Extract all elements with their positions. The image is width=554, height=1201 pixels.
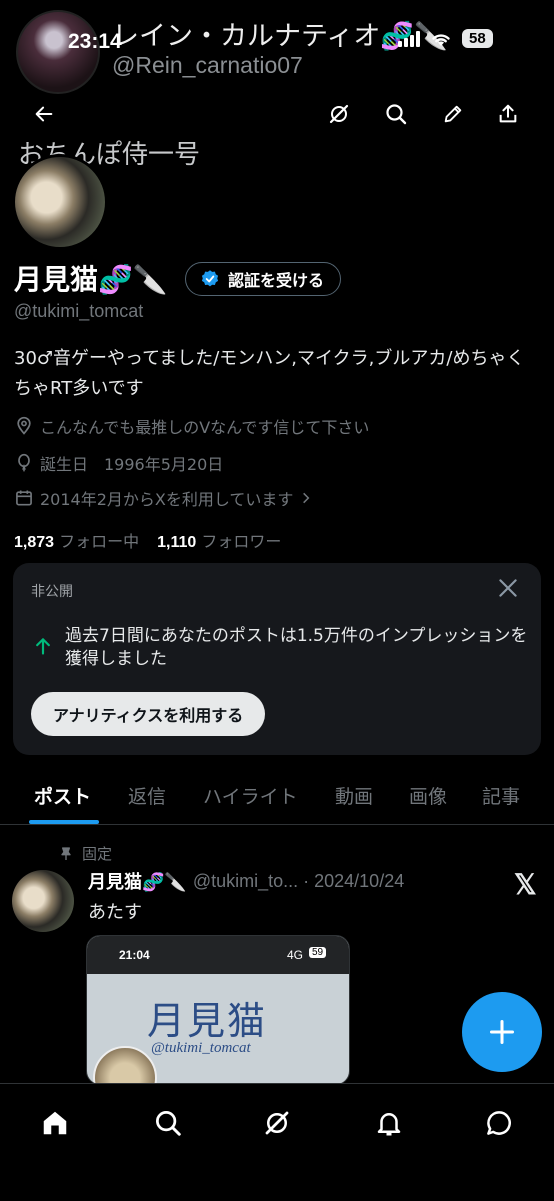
nav-messages[interactable] [474, 1098, 524, 1148]
analytics-card: 非公開 過去7日間にあなたのポストは1.5万件のインプレッションを獲得しました … [13, 563, 541, 755]
card-message: 過去7日間にあなたのポストは1.5万件のインプレッションを獲得しました [65, 626, 528, 669]
grok-icon [265, 1111, 289, 1135]
post-header: 月見猫🧬🔪 @tukimi_to... · 2024/10/24 [88, 868, 404, 894]
profile-tabs: ポスト 返信 ハイライト 動画 画像 記事 [0, 768, 554, 825]
following-label: フォロー中 [59, 532, 140, 551]
followers-label: フォロワー [201, 532, 282, 551]
grok-icon [329, 104, 349, 124]
location-row: こんなんでも最推しのVなんです信じて下さい [14, 414, 369, 438]
card-close-button[interactable] [495, 575, 521, 605]
edit-button[interactable] [432, 93, 474, 135]
get-verified-button[interactable]: 認証を受ける [185, 262, 342, 296]
pinned-label: 固定 [82, 845, 113, 863]
location-text: こんなんでも最推しのVなんです信じて下さい [40, 418, 370, 437]
display-name: 月見猫🧬🔪 [14, 263, 168, 296]
joined-row[interactable]: 2014年2月からXを利用しています [14, 486, 313, 510]
media-title: 月見猫 [147, 999, 268, 1043]
nav-grok[interactable] [252, 1098, 302, 1148]
nav-search[interactable] [143, 1098, 193, 1148]
signal-icon [398, 30, 420, 47]
compose-fab[interactable] [462, 992, 542, 1072]
media-network: 4G [287, 948, 304, 962]
active-tab-indicator [29, 820, 99, 824]
birthday-text: 誕生日 1996年5月20日 [40, 455, 224, 474]
header-handle: @Rein_carnatio07 [112, 52, 303, 78]
birthday-row: 誕生日 1996年5月20日 [14, 451, 223, 475]
nav-home[interactable] [30, 1098, 80, 1148]
back-arrow-icon [35, 106, 53, 122]
card-title: 非公開 [31, 584, 73, 600]
wifi-icon [432, 33, 450, 46]
get-verified-label: 認証を受ける [228, 271, 325, 290]
home-icon [43, 1111, 67, 1135]
media-time: 21:04 [119, 948, 150, 962]
media-subtitle: @tukimi_tomcat [151, 1040, 251, 1056]
bottom-nav [0, 1083, 554, 1201]
verified-badge-icon [201, 270, 219, 287]
nav-notifications[interactable] [364, 1098, 414, 1148]
search-button[interactable] [375, 93, 417, 135]
messages-icon [487, 1111, 511, 1135]
following-count: 1,873 [14, 534, 55, 551]
following-link[interactable]: 1,873 フォロー中 [14, 528, 139, 552]
x-logo-icon: 𝕏 [514, 869, 537, 900]
media-cat-photo [93, 1046, 157, 1084]
tab-replies[interactable]: 返信 [128, 782, 166, 809]
back-button[interactable] [23, 93, 65, 135]
post-avatar[interactable] [12, 870, 74, 932]
chevron-right-icon [303, 492, 310, 504]
search-icon [386, 104, 407, 125]
follow-stats: 1,873 フォロー中 1,110 フォロワー [14, 528, 281, 552]
location-pin-icon [17, 416, 31, 435]
balloon-icon [18, 453, 30, 472]
grok-button[interactable] [318, 93, 360, 135]
tab-posts[interactable]: ポスト [34, 782, 91, 809]
tab-highlights[interactable]: ハイライト [203, 782, 298, 809]
joined-text: 2014年2月からXを利用しています [40, 490, 294, 509]
status-time: 23:14 [68, 30, 122, 53]
trend-up-icon [33, 636, 53, 660]
followers-count: 1,110 [157, 534, 197, 551]
profile-avatar[interactable] [12, 154, 108, 250]
battery-indicator: 58 [462, 29, 493, 48]
media-status-bar: 21:04 4G 59 [87, 936, 349, 974]
media-battery: 59 [309, 947, 327, 958]
profile-bio: 30♂音ゲーやってました/モンハン,マイクラ,ブルアカ/めちゃくちゃRT多いです [14, 348, 525, 399]
post-author-name[interactable]: 月見猫🧬🔪 [88, 868, 187, 894]
tab-articles[interactable]: 記事 [482, 782, 520, 809]
pin-icon [61, 846, 71, 860]
share-icon [499, 104, 517, 123]
post-text: あたす [88, 902, 142, 923]
close-icon [499, 579, 517, 597]
pen-icon [444, 105, 462, 123]
search-icon [156, 1111, 181, 1136]
profile-handle: @tukimi_tomcat [14, 301, 144, 321]
status-icons: 58 [398, 29, 493, 48]
plus-icon [489, 1019, 515, 1045]
share-button[interactable] [487, 93, 529, 135]
notifications-icon [377, 1113, 401, 1136]
analytics-button[interactable]: アナリティクスを利用する [31, 692, 266, 736]
tab-videos[interactable]: 動画 [335, 782, 373, 809]
pinned-indicator: 固定 [58, 843, 112, 864]
post-handle-date: @tukimi_to... · 2024/10/24 [192, 870, 405, 891]
followers-link[interactable]: 1,110 フォロワー [157, 528, 281, 552]
post-media-image[interactable]: 21:04 4G 59 月見猫 @tukimi_tomcat [86, 935, 350, 1085]
tab-images[interactable]: 画像 [409, 782, 447, 809]
calendar-icon [16, 490, 32, 506]
